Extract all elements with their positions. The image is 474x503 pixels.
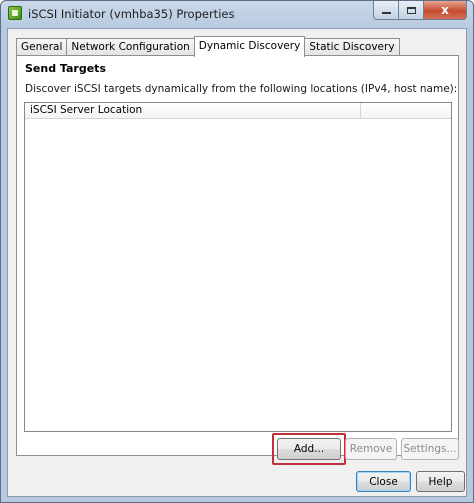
window-title: iSCSI Initiator (vmhba35) Properties: [28, 7, 235, 21]
vsphere-app-icon: [8, 6, 22, 20]
maximize-icon: [406, 6, 416, 14]
window-controls: x: [373, 1, 467, 20]
tab-dynamic-discovery[interactable]: Dynamic Discovery: [193, 36, 306, 57]
close-icon: x: [441, 3, 449, 17]
list-header: iSCSI Server Location: [25, 103, 451, 119]
send-targets-list[interactable]: iSCSI Server Location: [24, 102, 452, 432]
tab-strip: General Network Configuration Dynamic Di…: [16, 36, 400, 57]
column-header-extra[interactable]: [361, 103, 451, 118]
dialog-window: iSCSI Initiator (vmhba35) Properties x G…: [0, 0, 474, 503]
dialog-client-area: General Network Configuration Dynamic Di…: [7, 28, 467, 497]
title-bar[interactable]: iSCSI Initiator (vmhba35) Properties x: [1, 1, 473, 27]
add-button[interactable]: Add...: [277, 438, 341, 460]
section-title: Send Targets: [25, 62, 106, 75]
close-button[interactable]: Close: [356, 471, 411, 492]
tab-general[interactable]: General: [16, 38, 68, 56]
minimize-icon: [381, 12, 391, 14]
remove-button[interactable]: Remove: [345, 438, 397, 460]
column-header-server-location[interactable]: iSCSI Server Location: [25, 103, 361, 118]
maximize-button[interactable]: [399, 1, 424, 20]
minimize-button[interactable]: [373, 1, 399, 20]
close-window-button[interactable]: x: [424, 1, 467, 20]
help-button[interactable]: Help: [416, 471, 465, 492]
tab-static-discovery[interactable]: Static Discovery: [304, 38, 400, 56]
tab-network-configuration[interactable]: Network Configuration: [66, 38, 195, 56]
section-description: Discover iSCSI targets dynamically from …: [25, 83, 458, 95]
settings-button[interactable]: Settings...: [401, 438, 459, 460]
dynamic-discovery-panel: Send Targets Discover iSCSI targets dyna…: [16, 55, 459, 456]
